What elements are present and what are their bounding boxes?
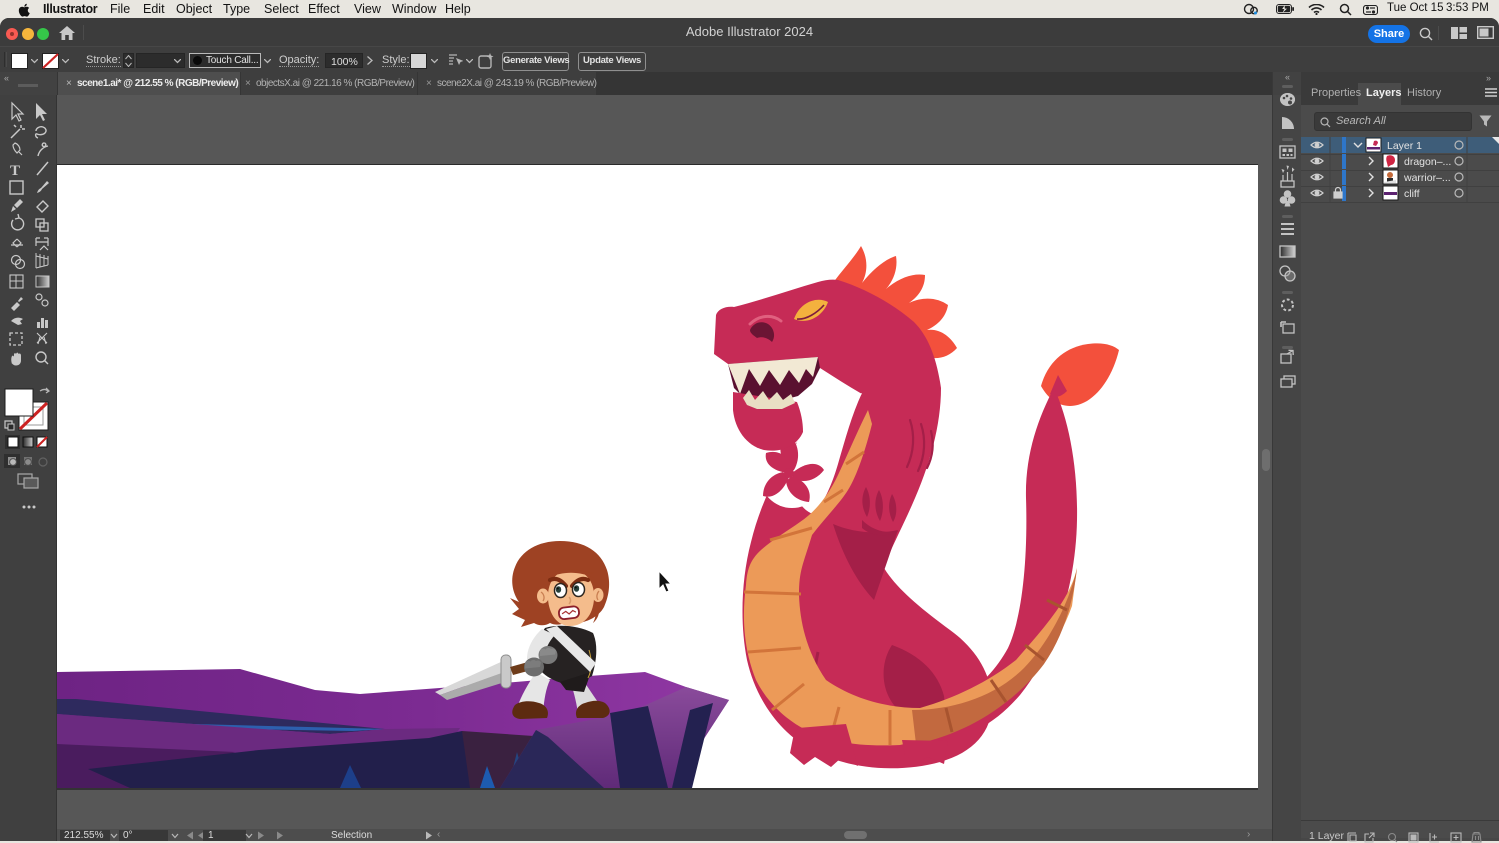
svg-text:cliff: cliff bbox=[1404, 188, 1420, 200]
svg-text:T: T bbox=[10, 163, 20, 179]
svg-text:warrior–...: warrior–... bbox=[1403, 172, 1451, 184]
svg-text:Layer 1: Layer 1 bbox=[1387, 140, 1422, 152]
svg-text:dragon–...: dragon–... bbox=[1404, 156, 1451, 168]
